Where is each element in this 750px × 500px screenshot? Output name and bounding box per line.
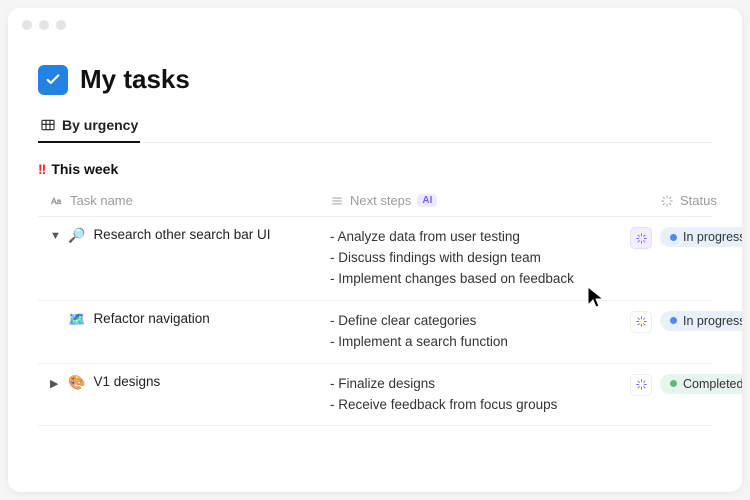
sparkle-icon — [635, 378, 648, 391]
app-window: My tasks By urgency !! This week Aa Task… — [8, 8, 742, 492]
status-dot-icon — [670, 380, 677, 387]
tab-by-urgency[interactable]: By urgency — [38, 117, 140, 143]
task-emoji-icon: 🗺️ — [68, 311, 85, 328]
status-dot-icon — [670, 317, 677, 324]
next-step-line: Implement a search function — [330, 332, 630, 353]
text-aa-icon: Aa — [50, 194, 64, 208]
traffic-dot — [22, 20, 32, 30]
tab-label: By urgency — [62, 117, 138, 133]
group-label: This week — [51, 161, 118, 177]
ai-action-cell — [630, 227, 660, 290]
task-name[interactable]: Refactor navigation — [93, 311, 209, 326]
status-loader-icon — [660, 194, 674, 208]
next-step-line: Implement changes based on feedback — [330, 269, 630, 290]
task-cell: ▶ 🎨 V1 designs — [50, 374, 330, 416]
ai-generate-button[interactable] — [630, 374, 652, 396]
view-tabs: By urgency — [38, 117, 712, 143]
svg-text:Aa: Aa — [51, 196, 61, 205]
ai-badge: AI — [417, 194, 437, 207]
column-label: Task name — [70, 193, 133, 208]
next-steps-cell[interactable]: Analyze data from user testingDiscuss fi… — [330, 227, 630, 290]
status-cell[interactable]: In progress — [660, 311, 742, 331]
next-step-line: Finalize designs — [330, 374, 630, 395]
sparkle-icon — [635, 232, 648, 245]
next-steps-cell[interactable]: Define clear categoriesImplement a searc… — [330, 311, 630, 353]
ai-action-cell — [630, 374, 660, 416]
table-row[interactable]: ▼ 🔎 Research other search bar UI Analyze da… — [38, 217, 712, 301]
status-badge: In progress — [660, 227, 742, 247]
checkmark-icon — [44, 71, 62, 89]
next-step-line: Receive feedback from focus groups — [330, 395, 630, 416]
status-cell[interactable]: In progress — [660, 227, 742, 247]
table-body: ▼ 🔎 Research other search bar UI Analyze da… — [38, 217, 712, 426]
task-cell: ▼ 🔎 Research other search bar UI — [50, 227, 330, 290]
urgency-marker-icon: !! — [38, 161, 45, 177]
group-header-this-week[interactable]: !! This week — [38, 161, 712, 177]
status-label: In progress — [683, 314, 742, 328]
status-dot-icon — [670, 234, 677, 241]
task-emoji-icon: 🔎 — [68, 227, 85, 244]
task-name[interactable]: Research other search bar UI — [93, 227, 270, 242]
table-row[interactable]: ▶ 🎨 V1 designs Finalize designsReceive feed… — [38, 364, 712, 427]
traffic-dot — [39, 20, 49, 30]
title-row: My tasks — [38, 64, 712, 95]
column-label: Status — [680, 193, 717, 208]
column-label: Next steps — [350, 193, 411, 208]
status-label: In progress — [683, 230, 742, 244]
table-icon — [40, 117, 56, 133]
task-emoji-icon: 🎨 — [68, 374, 85, 391]
status-badge: In progress — [660, 311, 742, 331]
ai-generate-button[interactable] — [630, 227, 652, 249]
collapse-toggle-icon[interactable]: ▼ — [50, 230, 62, 242]
checkbox-app-icon — [38, 65, 68, 95]
status-badge: Completed — [660, 374, 742, 394]
next-step-line: Analyze data from user testing — [330, 227, 630, 248]
column-next-steps[interactable]: Next steps AI — [330, 193, 630, 208]
column-headers: Aa Task name Next steps AI Statu — [38, 187, 712, 217]
ai-generate-button[interactable] — [630, 311, 652, 333]
lines-icon — [330, 194, 344, 208]
sparkle-icon — [635, 315, 648, 328]
window-traffic-lights — [22, 20, 66, 30]
next-steps-cell[interactable]: Finalize designsReceive feedback from fo… — [330, 374, 630, 416]
expand-toggle-icon[interactable]: ▶ — [50, 377, 62, 390]
ai-action-cell — [630, 311, 660, 353]
column-task-name[interactable]: Aa Task name — [50, 193, 330, 208]
column-status[interactable]: Status — [660, 193, 742, 208]
page-content: My tasks By urgency !! This week Aa Task… — [8, 8, 742, 426]
task-name[interactable]: V1 designs — [93, 374, 160, 389]
next-step-line: Define clear categories — [330, 311, 630, 332]
status-label: Completed — [683, 377, 742, 391]
table-row[interactable]: 🗺️ Refactor navigation Define clear catego… — [38, 301, 712, 364]
page-title: My tasks — [80, 64, 190, 95]
status-cell[interactable]: Completed — [660, 374, 742, 394]
task-cell: 🗺️ Refactor navigation — [50, 311, 330, 353]
next-step-line: Discuss findings with design team — [330, 248, 630, 269]
traffic-dot — [56, 20, 66, 30]
